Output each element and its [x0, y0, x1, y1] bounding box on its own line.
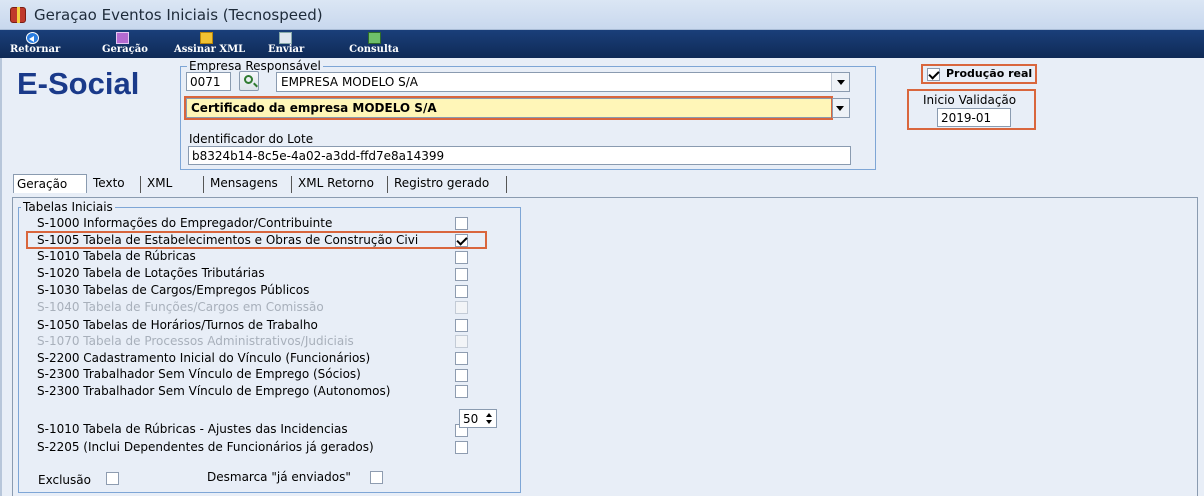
- tabela-item-checkbox[interactable]: [455, 319, 468, 332]
- tabela-item-label: S-1005 Tabela de Estabelecimentos e Obra…: [37, 233, 419, 247]
- tabela-item-label: S-2200 Cadastramento Inicial do Vínculo …: [37, 351, 371, 365]
- extra-item-label: S-2205 (Inclui Dependentes de Funcionári…: [37, 440, 374, 454]
- tab-separator: [506, 176, 507, 193]
- tabela-item-checkbox[interactable]: [455, 369, 468, 382]
- search-icon: [244, 75, 253, 84]
- send-icon: [278, 32, 292, 44]
- back-arrow-icon: [25, 32, 39, 44]
- app-gift-icon: [10, 7, 26, 23]
- tabela-item-label: S-1040 Tabela de Funções/Cargos em Comis…: [37, 300, 324, 314]
- desmarca-enviados-checkbox[interactable]: [370, 471, 383, 484]
- tab-xml[interactable]: XML: [147, 176, 172, 190]
- toolbar: Retornar Geração Assinar XML Enviar Cons…: [0, 30, 1204, 58]
- window-title: Geraçao Eventos Iniciais (Tecnospeed): [34, 6, 323, 24]
- tabela-item-checkbox[interactable]: [455, 217, 468, 230]
- tabela-item-checkbox[interactable]: [455, 268, 468, 281]
- tab-separator: [203, 176, 204, 193]
- chevron-down-icon[interactable]: [486, 420, 492, 424]
- extra-item-checkbox[interactable]: [455, 441, 468, 454]
- producao-real-checkbox[interactable]: [927, 68, 940, 81]
- search-empresa-button[interactable]: [239, 71, 259, 91]
- main-content: E-Social Empresa Responsável 0071 EMPRES…: [0, 58, 1204, 496]
- consult-icon: [367, 32, 381, 44]
- lote-id-field[interactable]: b8324b14-8c5e-4a02-a3dd-ffd7e8a14399: [188, 146, 851, 165]
- tab-registro-gerado[interactable]: Registro gerado: [394, 176, 489, 190]
- tab-texto[interactable]: Texto: [93, 176, 125, 190]
- inicio-validacao-field[interactable]: 2019-01: [937, 108, 1011, 127]
- certificate-dropdown-button[interactable]: [832, 98, 850, 118]
- spin-arrows[interactable]: [485, 411, 495, 426]
- tabela-item-checkbox[interactable]: [455, 285, 468, 298]
- tabela-item-label: S-1000 Informações do Empregador/Contrib…: [37, 216, 333, 230]
- tabela-item-checkbox[interactable]: [455, 234, 468, 247]
- exclusao-checkbox[interactable]: [106, 472, 119, 485]
- consulta-button[interactable]: Consulta: [346, 32, 402, 57]
- tabela-item-checkbox[interactable]: [455, 251, 468, 264]
- tabela-item-label: S-2300 Trabalhador Sem Vínculo de Empreg…: [37, 384, 391, 398]
- title-bar: Geraçao Eventos Iniciais (Tecnospeed): [0, 0, 1204, 30]
- desmarca-enviados-label: Desmarca "já enviados": [207, 470, 351, 484]
- lote-label: Identificador do Lote: [189, 132, 314, 146]
- chevron-up-icon[interactable]: [486, 413, 492, 417]
- extra-item-label: S-1010 Tabela de Rúbricas - Ajustes das …: [37, 422, 348, 436]
- tab-separator: [387, 176, 388, 193]
- esocial-logo: E-Social: [17, 66, 140, 101]
- empresa-select[interactable]: EMPRESA MODELO S/A: [276, 72, 850, 92]
- chevron-down-icon[interactable]: [831, 73, 849, 91]
- geracao-button[interactable]: Geração: [102, 32, 148, 57]
- tabela-item-label: S-1010 Tabela de Rúbricas: [37, 249, 196, 263]
- tabela-item-checkbox: [455, 335, 468, 348]
- tabela-item-checkbox[interactable]: [455, 385, 468, 398]
- tab-xml-retorno[interactable]: XML Retorno: [298, 176, 374, 190]
- exclusao-label: Exclusão: [38, 473, 91, 487]
- inicio-validacao-label: Inicio Validação: [923, 93, 1017, 107]
- tab-mensagens[interactable]: Mensagens: [210, 176, 278, 190]
- tabela-item-checkbox: [455, 301, 468, 314]
- tab-separator: [291, 176, 292, 193]
- empresa-code-field[interactable]: 0071: [186, 72, 231, 91]
- generate-icon: [115, 32, 129, 44]
- quantity-stepper[interactable]: 50: [459, 409, 497, 428]
- enviar-button[interactable]: Enviar: [268, 32, 304, 57]
- chevron-down-icon: [833, 99, 849, 117]
- window-border: [0, 58, 2, 496]
- tabela-item-label: S-1020 Tabela de Lotações Tributárias: [37, 266, 265, 280]
- assinar-xml-button[interactable]: Assinar XML: [174, 32, 245, 57]
- tabela-item-label: S-1070 Tabela de Processos Administrativ…: [37, 334, 354, 348]
- retornar-button[interactable]: Retornar: [10, 32, 60, 57]
- tabela-item-label: S-1050 Tabelas de Horários/Turnos de Tra…: [37, 318, 318, 332]
- tabela-item-checkbox[interactable]: [455, 352, 468, 365]
- tabelas-group-label: Tabelas Iniciais: [21, 200, 115, 214]
- sign-folder-icon: [199, 32, 213, 44]
- tab-geracao[interactable]: Geração: [13, 174, 87, 193]
- tabela-item-label: S-1030 Tabelas de Cargos/Empregos Públic…: [37, 283, 310, 297]
- producao-real-label: Produção real: [946, 67, 1033, 80]
- tab-separator: [140, 176, 141, 193]
- certificate-highlight: [184, 96, 833, 120]
- empresa-group: Empresa Responsável 0071 EMPRESA MODELO …: [180, 59, 876, 170]
- tabela-item-label: S-2300 Trabalhador Sem Vínculo de Empreg…: [37, 367, 361, 381]
